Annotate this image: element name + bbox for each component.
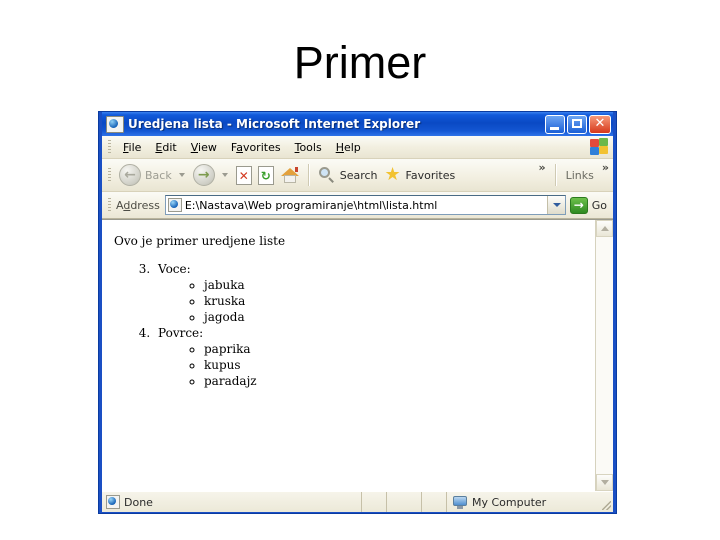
scroll-down-arrow-icon[interactable]	[596, 474, 613, 491]
home-icon	[280, 166, 300, 184]
nested-unordered-list: paprika kupus paradajz	[158, 342, 585, 388]
search-button[interactable]: Search	[315, 162, 381, 188]
close-button[interactable]	[589, 114, 611, 134]
links-bar-label[interactable]: Links	[562, 169, 598, 182]
go-button-label: Go	[591, 198, 607, 212]
window-title: Uredjena lista - Microsoft Internet Expl…	[128, 117, 421, 131]
windows-flag-icon	[587, 137, 611, 157]
ordered-list-item-label: Voce:	[158, 262, 191, 276]
status-page-icon	[106, 495, 120, 509]
list-item: Povrce: paprika kupus paradajz	[154, 326, 585, 388]
list-item: Voce: jabuka kruska jagoda	[154, 262, 585, 324]
address-chevron-down-icon[interactable]	[546, 196, 565, 214]
status-bar: Done My Computer	[102, 491, 613, 512]
monitor-icon	[453, 495, 467, 509]
back-button-label: Back	[145, 168, 172, 182]
links-overflow-chevron-icon[interactable]: »	[598, 161, 613, 174]
vertical-scrollbar[interactable]	[595, 220, 613, 491]
list-item: jabuka	[204, 278, 585, 292]
page-favicon-icon	[167, 198, 182, 212]
menu-item-file[interactable]: File	[116, 139, 148, 156]
favorites-button-label: Favorites	[405, 168, 456, 182]
nested-unordered-list: jabuka kruska jagoda	[158, 278, 585, 324]
ie-document-icon	[106, 115, 124, 133]
forward-arrow-icon: →	[192, 164, 215, 186]
slide-canvas: Primer Uredjena lista - Microsoft Intern…	[0, 0, 720, 540]
toolbar-separator	[307, 164, 310, 186]
refresh-button[interactable]: ↻	[255, 162, 277, 188]
list-item: kupus	[204, 358, 585, 372]
list-item: paprika	[204, 342, 585, 356]
address-input-value: E:\Nastava\Web programiranje\html\lista.…	[184, 198, 438, 212]
menu-item-help[interactable]: Help	[329, 139, 368, 156]
search-icon	[318, 166, 336, 184]
refresh-icon: ↻	[257, 165, 274, 185]
favorites-button[interactable]: ★ Favorites	[381, 162, 459, 188]
list-item: jagoda	[204, 310, 585, 324]
security-zone-pane[interactable]: My Computer	[447, 492, 599, 512]
home-button[interactable]	[277, 162, 303, 188]
menu-item-favorites[interactable]: Favorites	[224, 139, 288, 156]
internet-explorer-window: Uredjena lista - Microsoft Internet Expl…	[98, 111, 617, 514]
links-separator	[554, 164, 557, 186]
html-document-content: Ovo je primer uredjene liste Voce: jabuk…	[102, 220, 595, 491]
go-arrow-icon	[569, 196, 588, 214]
document-intro-text: Ovo je primer uredjene liste	[114, 234, 286, 248]
menu-bar: File Edit View Favorites Tools Help	[102, 136, 613, 159]
go-button[interactable]: Go	[566, 194, 613, 216]
ordered-list: Voce: jabuka kruska jagoda Povrce: papri…	[114, 262, 585, 388]
status-message: Done	[124, 495, 153, 509]
stop-button[interactable]: ✕	[233, 162, 255, 188]
scrollbar-track[interactable]	[596, 237, 613, 474]
menu-item-view[interactable]: View	[184, 139, 224, 156]
scroll-up-arrow-icon[interactable]	[596, 220, 613, 237]
status-pane-3	[422, 492, 447, 512]
forward-button[interactable]: →	[190, 162, 218, 188]
ordered-list-item-label: Povrce:	[158, 326, 204, 340]
browser-viewport: Ovo je primer uredjene liste Voce: jabuk…	[102, 219, 613, 491]
address-grip-handle[interactable]	[108, 198, 111, 212]
resize-grip[interactable]	[599, 492, 613, 512]
address-input[interactable]: E:\Nastava\Web programiranje\html\lista.…	[164, 195, 566, 215]
stop-icon: ✕	[235, 165, 252, 185]
star-icon: ★	[384, 164, 401, 185]
back-arrow-icon: ←	[119, 164, 141, 186]
menu-item-tools[interactable]: Tools	[288, 139, 329, 156]
minimize-button[interactable]	[545, 114, 565, 134]
navigation-toolbar: ← Back → ✕ ↻ Search ★ Favorites » Links …	[102, 159, 613, 192]
forward-history-chevron-down-icon[interactable]	[221, 173, 228, 177]
search-button-label: Search	[339, 168, 378, 182]
address-label: Address	[116, 198, 160, 212]
menu-item-edit[interactable]: Edit	[148, 139, 183, 156]
toolbar-grip-handle[interactable]	[108, 168, 111, 182]
list-item: paradajz	[204, 374, 585, 388]
back-history-chevron-down-icon[interactable]	[178, 173, 185, 177]
status-message-pane: Done	[102, 492, 362, 512]
title-bar: Uredjena lista - Microsoft Internet Expl…	[102, 112, 613, 136]
page-title: Primer	[293, 37, 427, 88]
address-bar: Address E:\Nastava\Web programiranje\htm…	[102, 192, 613, 219]
back-button[interactable]: ← Back	[116, 162, 175, 188]
status-pane-2	[387, 492, 422, 512]
menu-grip-handle[interactable]	[108, 140, 111, 154]
list-item: kruska	[204, 294, 585, 308]
security-zone-label: My Computer	[472, 495, 547, 509]
status-pane-1	[362, 492, 387, 512]
window-client-area: File Edit View Favorites Tools Help ← Ba…	[102, 136, 613, 512]
maximize-button[interactable]	[567, 114, 587, 134]
toolbar-overflow-chevron-icon[interactable]: »	[535, 161, 550, 174]
